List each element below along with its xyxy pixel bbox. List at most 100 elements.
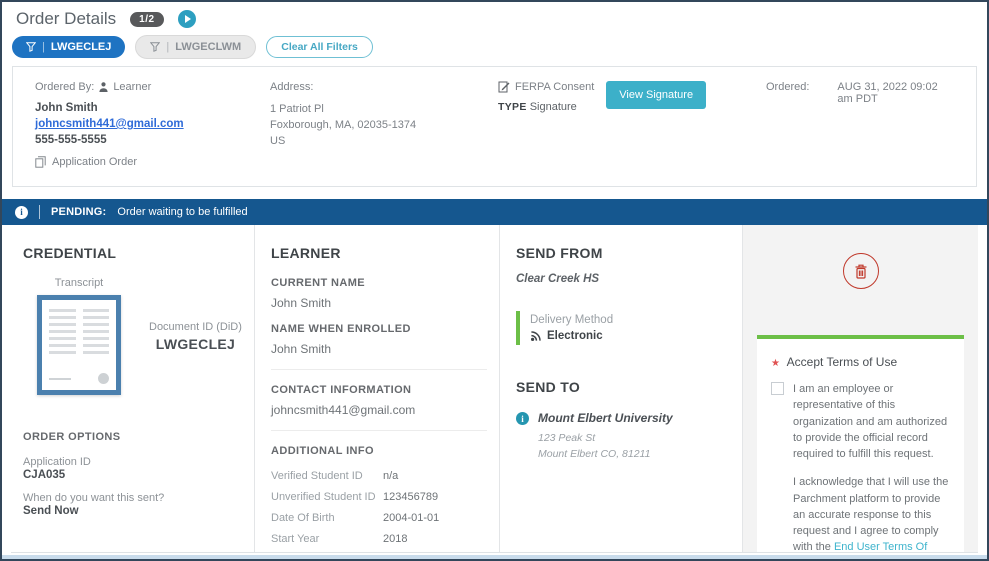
ordered-by-persona: Learner	[113, 81, 152, 93]
status-banner: i PENDING: Order waiting to be fulfilled	[2, 199, 987, 225]
order-details-page: Order Details 1/2 | LWGECLEJ | LWGECLWM …	[0, 0, 989, 561]
actions-column: ★ Accept Terms of Use I am an employee o…	[743, 225, 978, 552]
enrolled-name-label: NAME WHEN ENROLLED	[271, 323, 411, 335]
table-row: Date Of Birth 2004-01-01	[271, 512, 440, 524]
ferpa-type-label: TYPE	[498, 101, 527, 113]
view-signature-button[interactable]: View Signature	[606, 81, 707, 109]
address-line-1: 1 Patriot Pl	[270, 103, 324, 115]
ordered-date-label: Ordered:	[766, 81, 810, 93]
section-divider	[271, 369, 487, 370]
accept-terms-checkbox[interactable]	[771, 382, 784, 395]
accept-terms-card: ★ Accept Terms of Use I am an employee o…	[757, 335, 964, 552]
seal-graphic	[98, 373, 109, 384]
enrolled-name-value: John Smith	[271, 342, 332, 356]
credential-column: CREDENTIAL Transcript Document ID (DiD) …	[11, 225, 255, 552]
table-row: Start Year 2018	[271, 533, 408, 545]
required-star-icon: ★	[771, 358, 780, 369]
trash-icon	[855, 264, 866, 279]
filter-chip-active[interactable]: | LWGECLEJ	[12, 36, 126, 58]
order-detail-columns: CREDENTIAL Transcript Document ID (DiD) …	[11, 225, 978, 553]
ferpa-consent-label: FERPA Consent	[515, 81, 595, 93]
send-to-heading: SEND TO	[516, 379, 581, 395]
page-header: Order Details 1/2	[2, 2, 987, 31]
ferpa-consent-icon	[498, 81, 510, 93]
chip-divider: |	[166, 41, 170, 53]
additional-info-label: ADDITIONAL INFO	[271, 445, 374, 457]
recipient-address-line-2: Mount Elbert CO, 81211	[538, 447, 651, 460]
clear-all-filters-label: Clear All Filters	[281, 41, 358, 53]
delivery-method-label: Delivery Method	[530, 314, 614, 326]
order-options-heading: ORDER OPTIONS	[23, 431, 121, 443]
credential-heading: CREDENTIAL	[23, 245, 117, 261]
terms-title: Accept Terms of Use	[786, 355, 898, 369]
ferpa-section: FERPA Consent TYPE Signature View Signat…	[488, 81, 756, 168]
ordered-by-section: Ordered By: Learner John Smith johncsmit…	[25, 81, 260, 168]
table-row: Grad / Leave Year 2022	[271, 551, 487, 552]
status-label: PENDING:	[51, 206, 107, 218]
delivery-method-value: Electronic	[547, 330, 603, 342]
orderer-name: John Smith	[35, 102, 98, 114]
transcript-thumbnail[interactable]	[37, 295, 121, 395]
recipient-address-line-1: 123 Peak St	[538, 432, 596, 444]
address-line-3: US	[270, 134, 286, 147]
page-title: Order Details	[16, 9, 117, 28]
orderer-phone: 555-555-5555	[35, 134, 107, 146]
send-timing-value: Send Now	[23, 505, 79, 517]
bottom-accent-bar	[2, 555, 987, 559]
application-order-icon	[35, 156, 46, 168]
application-id-value: CJA035	[23, 469, 66, 481]
info-icon: i	[15, 205, 28, 219]
address-section: Address: 1 Patriot Pl Foxborough, MA, 02…	[260, 81, 488, 168]
send-question-label: When do you want this sent?	[23, 492, 165, 504]
filter-funnel-icon	[26, 42, 36, 52]
clear-all-filters-button[interactable]: Clear All Filters	[266, 36, 373, 58]
next-order-button[interactable]	[177, 10, 196, 28]
send-from-heading: SEND FROM	[516, 245, 603, 261]
document-id-value: LWGECLEJ	[155, 335, 236, 352]
terms-acknowledgement-text: I acknowledge that I will use the Parchm…	[793, 474, 950, 552]
ordered-date-value: AUG 31, 2022 09:02 am PDT	[837, 81, 938, 105]
table-row: Unverified Student ID 123456789	[271, 491, 439, 503]
document-id-label: Document ID (DiD)	[149, 320, 242, 333]
filter-chip-row: | LWGECLEJ | LWGECLWM Clear All Filters	[2, 31, 987, 66]
current-name-label: CURRENT NAME	[271, 277, 366, 289]
ordered-date-section: Ordered: AUG 31, 2022 09:02 am PDT	[756, 81, 964, 168]
person-icon	[99, 82, 108, 92]
filter-chip-label: LWGECLEJ	[50, 41, 112, 53]
play-icon	[184, 15, 191, 23]
contact-info-label: CONTACT INFORMATION	[271, 384, 412, 396]
send-from-school: Clear Creek HS	[516, 273, 600, 285]
electronic-delivery-icon	[531, 331, 541, 341]
credential-doc-type: Transcript	[54, 277, 104, 289]
ordered-by-label: Ordered By:	[35, 81, 95, 93]
ferpa-type-value: Signature	[529, 101, 577, 113]
table-row: Verified Student ID n/a	[271, 470, 399, 482]
learner-column: LEARNER CURRENT NAME John Smith NAME WHE…	[255, 225, 500, 552]
filter-chip-inactive[interactable]: | LWGECLWM	[135, 35, 257, 59]
status-message: Order waiting to be fulfilled	[117, 206, 248, 218]
signature-line-graphic	[49, 377, 71, 380]
delete-order-button[interactable]	[842, 253, 879, 289]
learner-heading: LEARNER	[271, 245, 341, 261]
filter-chip-label: LWGECLWM	[175, 41, 242, 53]
chip-divider: |	[42, 41, 45, 53]
application-id-label: Application ID	[23, 456, 91, 468]
terms-checkbox-text: I am an employee or representative of th…	[793, 383, 948, 461]
current-name-value: John Smith	[271, 296, 332, 310]
pager-badge: 1/2	[130, 11, 164, 27]
address-label: Address:	[270, 81, 314, 93]
additional-info-table: Verified Student ID n/a Unverified Stude…	[271, 467, 487, 552]
address-line-2: Foxborough, MA, 02035-1374	[270, 118, 417, 131]
banner-divider	[39, 205, 40, 219]
order-summary-card: Ordered By: Learner John Smith johncsmit…	[12, 66, 977, 187]
filter-funnel-icon	[150, 42, 161, 52]
section-divider	[271, 430, 487, 431]
delivery-method-box: Delivery Method Electronic	[516, 311, 730, 345]
order-type: Application Order	[52, 156, 137, 168]
contact-email-value: johncsmith441@gmail.com	[271, 403, 416, 417]
recipient-info-icon[interactable]: i	[516, 412, 529, 425]
orderer-email-link[interactable]: johncsmith441@gmail.com	[35, 118, 184, 130]
recipient-name: Mount Elbert University	[538, 411, 673, 425]
send-column: SEND FROM Clear Creek HS Delivery Method…	[500, 225, 743, 552]
transcript-pages-graphic	[49, 309, 109, 366]
